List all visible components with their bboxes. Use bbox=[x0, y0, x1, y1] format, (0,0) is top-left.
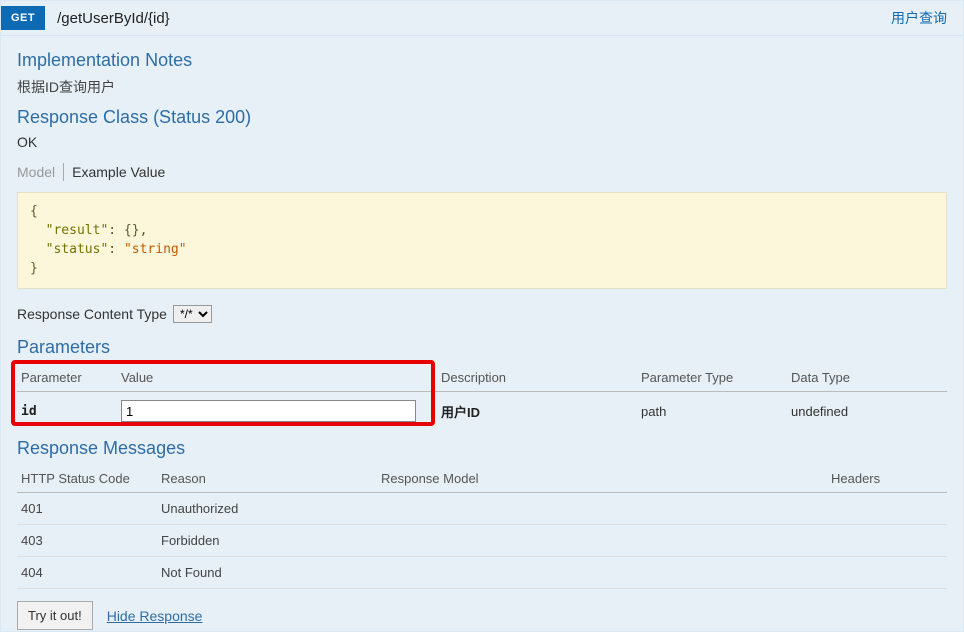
col-value: Value bbox=[117, 364, 437, 392]
param-value-input[interactable] bbox=[121, 400, 416, 422]
status-reason: Not Found bbox=[157, 557, 377, 589]
status-code: 404 bbox=[17, 557, 157, 589]
parameters-title: Parameters bbox=[17, 337, 947, 358]
col-response-model: Response Model bbox=[377, 465, 827, 493]
response-content-type-label: Response Content Type bbox=[17, 306, 167, 322]
col-data-type: Data Type bbox=[787, 364, 947, 392]
col-reason: Reason bbox=[157, 465, 377, 493]
status-reason: Unauthorized bbox=[157, 493, 377, 525]
status-reason: Forbidden bbox=[157, 525, 377, 557]
table-row: 404 Not Found bbox=[17, 557, 947, 589]
try-it-out-button[interactable]: Try it out! bbox=[17, 601, 93, 630]
param-type: path bbox=[637, 392, 787, 431]
status-code: 403 bbox=[17, 525, 157, 557]
operation-header[interactable]: GET /getUserById/{id} 用户查询 bbox=[1, 1, 963, 36]
col-description: Description bbox=[437, 364, 637, 392]
table-row: 401 Unauthorized bbox=[17, 493, 947, 525]
endpoint-path: /getUserById/{id} bbox=[57, 10, 879, 27]
response-messages-table: HTTP Status Code Reason Response Model H… bbox=[17, 465, 947, 589]
response-class-title: Response Class (Status 200) bbox=[17, 107, 947, 128]
hide-response-link[interactable]: Hide Response bbox=[107, 608, 203, 624]
status-code: 401 bbox=[17, 493, 157, 525]
implementation-notes-text: 根据ID查询用户 bbox=[17, 77, 947, 97]
response-content-type-select[interactable]: */* bbox=[173, 305, 212, 323]
parameters-table-wrap: Parameter Value Description Parameter Ty… bbox=[17, 364, 947, 430]
table-row: 403 Forbidden bbox=[17, 525, 947, 557]
operation-panel: GET /getUserById/{id} 用户查询 Implementatio… bbox=[0, 0, 964, 632]
response-content-type-row: Response Content Type */* bbox=[17, 305, 947, 323]
example-value-box[interactable]: { "result": {}, "status": "string" } bbox=[17, 192, 947, 289]
implementation-notes-title: Implementation Notes bbox=[17, 50, 947, 71]
action-row: Try it out! Hide Response bbox=[17, 601, 947, 630]
param-description: 用户ID bbox=[441, 405, 480, 420]
tab-model[interactable]: Model bbox=[17, 160, 63, 184]
operation-summary: 用户查询 bbox=[891, 8, 947, 28]
col-http-status: HTTP Status Code bbox=[17, 465, 157, 493]
table-row: id 用户ID path undefined bbox=[17, 392, 947, 431]
col-parameter: Parameter bbox=[17, 364, 117, 392]
operation-content: Implementation Notes 根据ID查询用户 Response C… bbox=[1, 36, 963, 631]
response-class-status: OK bbox=[17, 134, 947, 150]
model-example-tabs: Model Example Value bbox=[17, 160, 947, 184]
http-method-badge: GET bbox=[1, 6, 45, 30]
parameters-table: Parameter Value Description Parameter Ty… bbox=[17, 364, 947, 430]
col-parameter-type: Parameter Type bbox=[637, 364, 787, 392]
param-name: id bbox=[21, 404, 37, 419]
col-headers: Headers bbox=[827, 465, 947, 493]
response-messages-title: Response Messages bbox=[17, 438, 947, 459]
param-data-type: undefined bbox=[787, 392, 947, 431]
tab-example-value[interactable]: Example Value bbox=[64, 160, 173, 184]
